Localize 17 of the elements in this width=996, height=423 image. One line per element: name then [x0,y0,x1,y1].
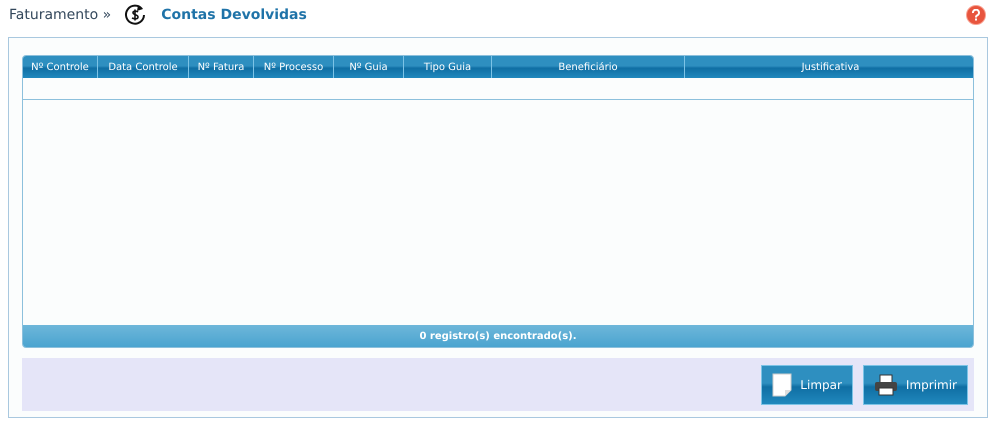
column-header[interactable]: Nº Fatura [189,56,254,78]
page-icon [772,372,792,396]
column-header[interactable]: Nº Controle [23,56,98,78]
printer-icon [874,374,898,396]
column-header[interactable]: Tipo Guia [404,56,492,78]
column-header[interactable]: Justificativa [685,56,973,78]
help-icon[interactable] [966,5,986,25]
record-count: 0 registro(s) encontrado(s). [419,330,577,344]
clear-button[interactable]: Limpar [761,364,853,404]
column-header[interactable]: Data Controle [98,56,189,78]
print-button[interactable]: Imprimir [862,364,968,404]
column-header[interactable]: Nº Processo [254,56,334,78]
page-title: Contas Devolvidas [161,6,307,24]
dollar-refresh-icon [123,3,148,27]
breadcrumb-link[interactable]: Faturamento » [9,4,112,26]
column-header[interactable]: Beneficiário [492,56,685,78]
column-header[interactable]: Nº Guia [334,56,404,78]
